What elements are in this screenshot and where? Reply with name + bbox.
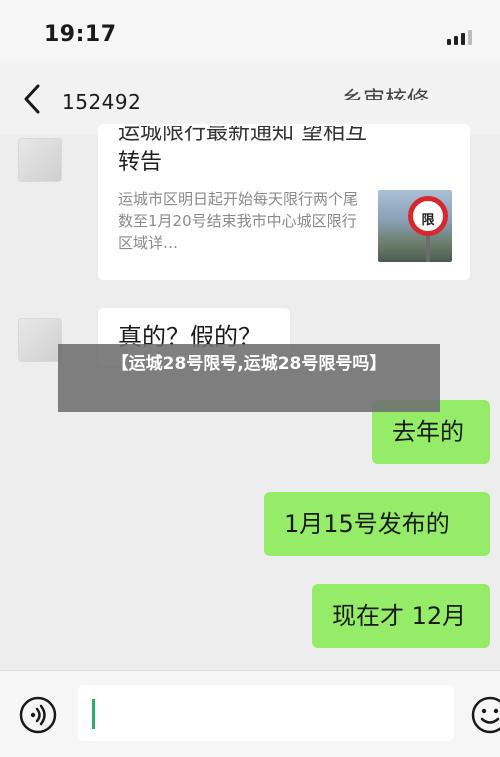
- message-input[interactable]: [78, 685, 454, 741]
- back-icon[interactable]: [18, 82, 48, 116]
- voice-icon[interactable]: [18, 695, 58, 735]
- article-title: 运城限行最新通知 望相互 转告: [118, 126, 458, 180]
- sign-pole: [426, 236, 430, 262]
- article-title-line: 转告: [118, 150, 163, 175]
- avatar[interactable]: [18, 318, 62, 362]
- no-entry-sign-icon: 限: [408, 196, 448, 236]
- signal-icon: [447, 30, 472, 45]
- text-cursor: [92, 699, 95, 729]
- caption-overlay: 【运城28号限号,运城28号限号吗】: [58, 344, 440, 412]
- message-bubble[interactable]: 1月15号发布的: [264, 492, 490, 556]
- avatar[interactable]: [18, 138, 62, 182]
- message-bubble[interactable]: 现在才 12月: [312, 584, 490, 648]
- emoji-icon[interactable]: [470, 695, 500, 735]
- article-title-fragment: 运城限行最新通知 望相互: [118, 126, 367, 145]
- article-thumbnail: 限: [378, 190, 452, 262]
- article-description: 运城市区明日起开始每天限行两个尾数至1月20号结束我市中心城区限行区域详…: [118, 190, 359, 252]
- input-bar: [0, 670, 500, 757]
- shared-article-card[interactable]: 运城限行最新通知 望相互 转告 运城市区明日起开始每天限行两个尾数至1月20号结…: [98, 124, 470, 280]
- contact-name[interactable]: 152492: [62, 90, 141, 114]
- chat-title-fragment: ...乡审核修: [320, 82, 429, 100]
- status-bar: 19:17: [0, 0, 500, 62]
- sign-text: 限: [421, 213, 435, 228]
- status-time: 19:17: [44, 22, 117, 47]
